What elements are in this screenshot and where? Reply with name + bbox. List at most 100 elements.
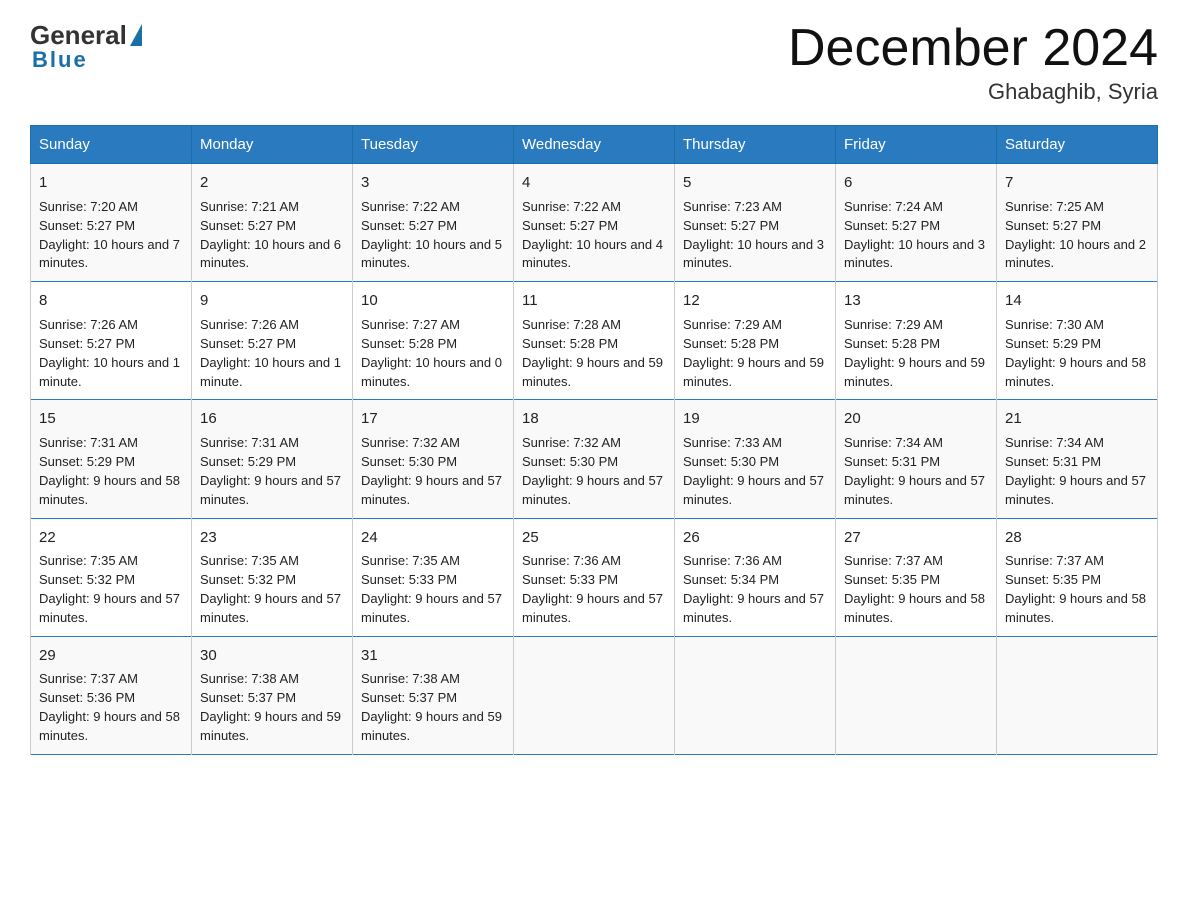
day-number: 31 (361, 645, 505, 667)
day-number: 12 (683, 290, 827, 312)
day-info: Sunrise: 7:26 AMSunset: 5:27 PMDaylight:… (39, 317, 180, 389)
day-number: 2 (200, 172, 344, 194)
calendar-cell (514, 636, 675, 754)
day-info: Sunrise: 7:31 AMSunset: 5:29 PMDaylight:… (39, 435, 180, 507)
day-number: 1 (39, 172, 183, 194)
page-header: General Blue December 2024 Ghabaghib, Sy… (30, 20, 1158, 105)
day-info: Sunrise: 7:38 AMSunset: 5:37 PMDaylight:… (200, 671, 341, 743)
day-info: Sunrise: 7:29 AMSunset: 5:28 PMDaylight:… (683, 317, 824, 389)
day-number: 18 (522, 408, 666, 430)
calendar-cell: 25 Sunrise: 7:36 AMSunset: 5:33 PMDayligh… (514, 518, 675, 636)
header-tuesday: Tuesday (353, 126, 514, 164)
calendar-cell: 27 Sunrise: 7:37 AMSunset: 5:35 PMDayligh… (836, 518, 997, 636)
calendar-cell: 1Sunrise: 7:20 AMSunset: 5:27 PMDaylight… (31, 164, 192, 282)
day-info: Sunrise: 7:30 AMSunset: 5:29 PMDaylight:… (1005, 317, 1146, 389)
day-number: 17 (361, 408, 505, 430)
day-number: 14 (1005, 290, 1149, 312)
day-info: Sunrise: 7:34 AMSunset: 5:31 PMDaylight:… (844, 435, 985, 507)
calendar-subtitle: Ghabaghib, Syria (788, 79, 1158, 105)
calendar-week-row: 22 Sunrise: 7:35 AMSunset: 5:32 PMDayligh… (31, 518, 1158, 636)
day-info: Sunrise: 7:35 AMSunset: 5:32 PMDaylight:… (200, 553, 341, 625)
day-number: 22 (39, 527, 183, 549)
calendar-week-row: 15 Sunrise: 7:31 AMSunset: 5:29 PMDayligh… (31, 400, 1158, 518)
day-number: 13 (844, 290, 988, 312)
day-info: Sunrise: 7:23 AMSunset: 5:27 PMDaylight:… (683, 199, 824, 271)
calendar-cell: 11 Sunrise: 7:28 AMSunset: 5:28 PMDayligh… (514, 282, 675, 400)
day-number: 16 (200, 408, 344, 430)
day-info: Sunrise: 7:24 AMSunset: 5:27 PMDaylight:… (844, 199, 985, 271)
header-wednesday: Wednesday (514, 126, 675, 164)
day-info: Sunrise: 7:26 AMSunset: 5:27 PMDaylight:… (200, 317, 341, 389)
day-number: 15 (39, 408, 183, 430)
calendar-cell: 20 Sunrise: 7:34 AMSunset: 5:31 PMDayligh… (836, 400, 997, 518)
day-number: 5 (683, 172, 827, 194)
calendar-cell: 6Sunrise: 7:24 AMSunset: 5:27 PMDaylight… (836, 164, 997, 282)
day-info: Sunrise: 7:31 AMSunset: 5:29 PMDaylight:… (200, 435, 341, 507)
logo-blue-text: Blue (30, 47, 88, 73)
calendar-cell: 21 Sunrise: 7:34 AMSunset: 5:31 PMDayligh… (997, 400, 1158, 518)
day-number: 27 (844, 527, 988, 549)
calendar-cell: 29 Sunrise: 7:37 AMSunset: 5:36 PMDayligh… (31, 636, 192, 754)
day-number: 25 (522, 527, 666, 549)
header-sunday: Sunday (31, 126, 192, 164)
calendar-cell: 14 Sunrise: 7:30 AMSunset: 5:29 PMDayligh… (997, 282, 1158, 400)
calendar-cell (997, 636, 1158, 754)
calendar-cell: 15 Sunrise: 7:31 AMSunset: 5:29 PMDayligh… (31, 400, 192, 518)
day-number: 23 (200, 527, 344, 549)
calendar-cell: 9 Sunrise: 7:26 AMSunset: 5:27 PMDaylight… (192, 282, 353, 400)
day-info: Sunrise: 7:25 AMSunset: 5:27 PMDaylight:… (1005, 199, 1146, 271)
day-number: 4 (522, 172, 666, 194)
calendar-cell: 3Sunrise: 7:22 AMSunset: 5:27 PMDaylight… (353, 164, 514, 282)
day-info: Sunrise: 7:34 AMSunset: 5:31 PMDaylight:… (1005, 435, 1146, 507)
calendar-table: Sunday Monday Tuesday Wednesday Thursday… (30, 125, 1158, 755)
calendar-cell: 7Sunrise: 7:25 AMSunset: 5:27 PMDaylight… (997, 164, 1158, 282)
day-info: Sunrise: 7:36 AMSunset: 5:34 PMDaylight:… (683, 553, 824, 625)
calendar-cell: 17 Sunrise: 7:32 AMSunset: 5:30 PMDayligh… (353, 400, 514, 518)
calendar-cell (836, 636, 997, 754)
day-header-row: Sunday Monday Tuesday Wednesday Thursday… (31, 126, 1158, 164)
calendar-title: December 2024 (788, 20, 1158, 77)
day-number: 20 (844, 408, 988, 430)
calendar-cell: 2 Sunrise: 7:21 AMSunset: 5:27 PMDaylight… (192, 164, 353, 282)
day-info: Sunrise: 7:37 AMSunset: 5:36 PMDaylight:… (39, 671, 180, 743)
day-number: 11 (522, 290, 666, 312)
day-number: 19 (683, 408, 827, 430)
day-info: Sunrise: 7:21 AMSunset: 5:27 PMDaylight:… (200, 199, 341, 271)
day-info: Sunrise: 7:22 AMSunset: 5:27 PMDaylight:… (361, 199, 502, 271)
day-info: Sunrise: 7:29 AMSunset: 5:28 PMDaylight:… (844, 317, 985, 389)
calendar-cell: 26 Sunrise: 7:36 AMSunset: 5:34 PMDayligh… (675, 518, 836, 636)
day-info: Sunrise: 7:27 AMSunset: 5:28 PMDaylight:… (361, 317, 502, 389)
calendar-cell: 19 Sunrise: 7:33 AMSunset: 5:30 PMDayligh… (675, 400, 836, 518)
day-info: Sunrise: 7:32 AMSunset: 5:30 PMDaylight:… (361, 435, 502, 507)
calendar-cell: 24Sunrise: 7:35 AMSunset: 5:33 PMDayligh… (353, 518, 514, 636)
day-number: 10 (361, 290, 505, 312)
header-monday: Monday (192, 126, 353, 164)
calendar-cell: 30Sunrise: 7:38 AMSunset: 5:37 PMDayligh… (192, 636, 353, 754)
calendar-cell: 13 Sunrise: 7:29 AMSunset: 5:28 PMDayligh… (836, 282, 997, 400)
day-number: 28 (1005, 527, 1149, 549)
day-number: 26 (683, 527, 827, 549)
calendar-cell: 23 Sunrise: 7:35 AMSunset: 5:32 PMDayligh… (192, 518, 353, 636)
day-info: Sunrise: 7:35 AMSunset: 5:33 PMDaylight:… (361, 553, 502, 625)
day-info: Sunrise: 7:32 AMSunset: 5:30 PMDaylight:… (522, 435, 663, 507)
calendar-cell: 16 Sunrise: 7:31 AMSunset: 5:29 PMDayligh… (192, 400, 353, 518)
calendar-week-row: 1Sunrise: 7:20 AMSunset: 5:27 PMDaylight… (31, 164, 1158, 282)
day-number: 29 (39, 645, 183, 667)
title-block: December 2024 Ghabaghib, Syria (788, 20, 1158, 105)
day-info: Sunrise: 7:37 AMSunset: 5:35 PMDaylight:… (844, 553, 985, 625)
day-info: Sunrise: 7:38 AMSunset: 5:37 PMDaylight:… (361, 671, 502, 743)
day-number: 21 (1005, 408, 1149, 430)
calendar-cell: 31 Sunrise: 7:38 AMSunset: 5:37 PMDayligh… (353, 636, 514, 754)
calendar-week-row: 8 Sunrise: 7:26 AMSunset: 5:27 PMDaylight… (31, 282, 1158, 400)
day-info: Sunrise: 7:22 AMSunset: 5:27 PMDaylight:… (522, 199, 663, 271)
day-info: Sunrise: 7:33 AMSunset: 5:30 PMDaylight:… (683, 435, 824, 507)
day-info: Sunrise: 7:37 AMSunset: 5:35 PMDaylight:… (1005, 553, 1146, 625)
calendar-cell: 4 Sunrise: 7:22 AMSunset: 5:27 PMDaylight… (514, 164, 675, 282)
calendar-cell: 8 Sunrise: 7:26 AMSunset: 5:27 PMDaylight… (31, 282, 192, 400)
day-number: 8 (39, 290, 183, 312)
day-info: Sunrise: 7:28 AMSunset: 5:28 PMDaylight:… (522, 317, 663, 389)
day-info: Sunrise: 7:36 AMSunset: 5:33 PMDaylight:… (522, 553, 663, 625)
day-info: Sunrise: 7:35 AMSunset: 5:32 PMDaylight:… (39, 553, 180, 625)
logo: General Blue (30, 20, 142, 73)
day-number: 9 (200, 290, 344, 312)
